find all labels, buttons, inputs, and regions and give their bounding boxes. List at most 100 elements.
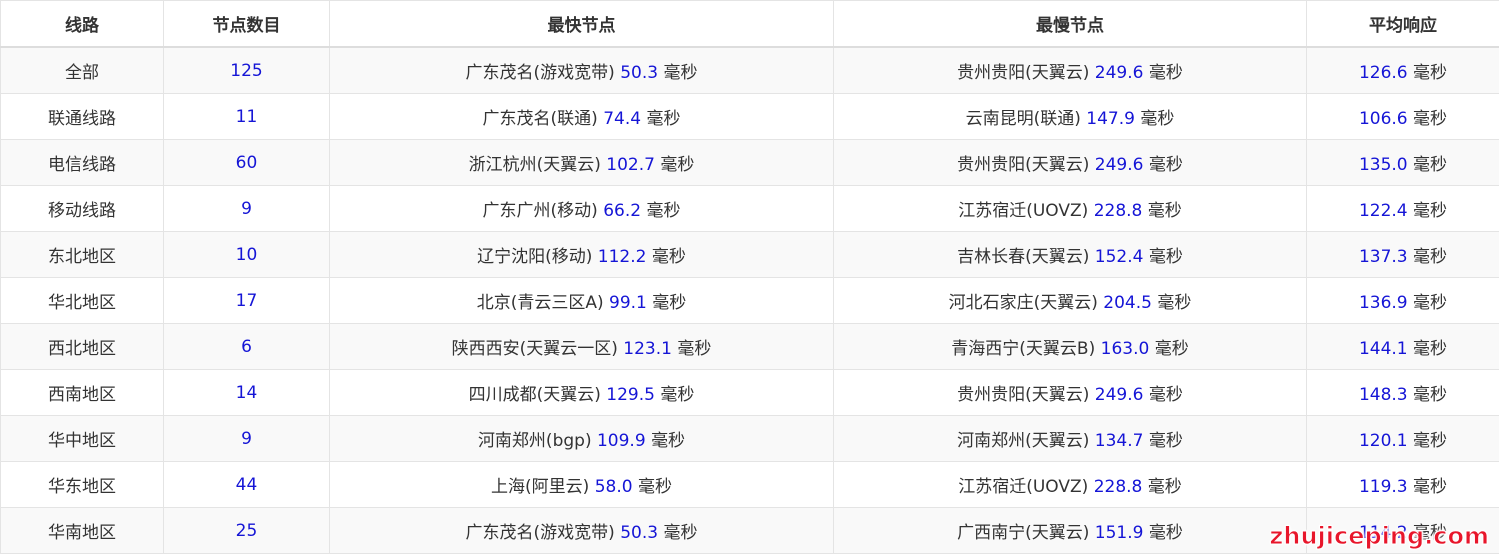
unit-label: 毫秒	[1154, 339, 1189, 359]
unit-label: 毫秒	[660, 155, 695, 175]
cell-slowest-node: 云南昆明(联通) 147.9 毫秒	[833, 93, 1307, 140]
cell-average-response: 136.9 毫秒	[1306, 277, 1499, 324]
fastest-node-name: 陕西西安(天翼云一区)	[451, 339, 618, 359]
cell-slowest-node: 江苏宿迁(UOVZ) 228.8 毫秒	[833, 185, 1307, 232]
slowest-node-ms: 249.6	[1094, 385, 1144, 405]
cell-slowest-node: 贵州贵阳(天翼云) 249.6 毫秒	[833, 139, 1307, 186]
cell-line: 电信线路	[0, 139, 164, 186]
unit-label: 毫秒	[660, 385, 695, 405]
fastest-node-name: 北京(青云三区A)	[476, 293, 604, 313]
cell-fastest-node: 河南郑州(bgp) 109.9 毫秒	[329, 415, 834, 462]
slowest-node-ms: 152.4	[1094, 247, 1144, 267]
node-count-value: 14	[235, 382, 258, 403]
unit-label: 毫秒	[1413, 385, 1448, 405]
cell-average-response: 106.6 毫秒	[1306, 93, 1499, 140]
table-body: 全部 125 广东茂名(游戏宽带) 50.3 毫秒 贵州贵阳(天翼云) 249.6 毫…	[0, 46, 1499, 554]
cell-fastest-node: 广东茂名(联通) 74.4 毫秒	[329, 93, 834, 140]
node-count-value: 125	[230, 60, 263, 81]
average-response-ms: 126.6	[1358, 63, 1408, 83]
fastest-node-ms: 109.9	[596, 431, 646, 451]
table-row: 西南地区 14 四川成都(天翼云) 129.5 毫秒 贵州贵阳(天翼云) 249.6 …	[0, 369, 1499, 416]
average-response-ms: 119.3	[1358, 477, 1408, 497]
unit-label: 毫秒	[652, 293, 687, 313]
node-count-value: 9	[241, 428, 252, 449]
unit-label: 毫秒	[651, 247, 686, 267]
average-response-ms: 135.0	[1358, 155, 1408, 175]
node-count-value: 9	[241, 198, 252, 219]
header-line: 线路	[0, 0, 164, 48]
fastest-node-name: 四川成都(天翼云)	[468, 385, 601, 405]
unit-label: 毫秒	[1148, 247, 1183, 267]
fastest-node-name: 广东茂名(游戏宽带)	[465, 63, 615, 83]
cell-average-response: 137.3 毫秒	[1306, 231, 1499, 278]
average-response-ms: 144.1	[1358, 339, 1408, 359]
unit-label: 毫秒	[1413, 339, 1448, 359]
average-response-ms: 122.4	[1358, 201, 1408, 221]
cell-average-response: 148.3 毫秒	[1306, 369, 1499, 416]
fastest-node-ms: 129.5	[606, 385, 655, 405]
table-row: 电信线路 60 浙江杭州(天翼云) 102.7 毫秒 贵州贵阳(天翼云) 249.6 …	[0, 139, 1499, 186]
slowest-node-name: 云南昆明(联通)	[965, 109, 1081, 129]
cell-slowest-node: 河南郑州(天翼云) 134.7 毫秒	[833, 415, 1307, 462]
fastest-node-ms: 58.0	[594, 477, 633, 497]
fastest-node-name: 辽宁沈阳(移动)	[477, 247, 593, 267]
cell-fastest-node: 陕西西安(天翼云一区) 123.1 毫秒	[329, 323, 834, 370]
node-count-value: 25	[235, 520, 258, 541]
node-count-value: 17	[235, 290, 258, 311]
unit-label: 毫秒	[663, 63, 698, 83]
slowest-node-name: 青海西宁(天翼云B)	[951, 339, 1096, 359]
table-header: 线路 节点数目 最快节点 最慢节点 平均响应	[0, 0, 1499, 48]
unit-label: 毫秒	[1413, 201, 1448, 221]
node-count-value: 60	[235, 152, 258, 173]
table-row: 移动线路 9 广东广州(移动) 66.2 毫秒 江苏宿迁(UOVZ) 228.8 毫秒…	[0, 185, 1499, 232]
unit-label: 毫秒	[1140, 109, 1175, 129]
slowest-node-name: 广西南宁(天翼云)	[957, 523, 1090, 543]
speed-test-table: 线路 节点数目 最快节点 最慢节点 平均响应 全部 125 广东茂名(游戏宽带) 5…	[0, 0, 1499, 554]
cell-line: 东北地区	[0, 231, 164, 278]
fastest-node-ms: 99.1	[609, 293, 647, 313]
unit-label: 毫秒	[677, 339, 712, 359]
slowest-node-ms: 147.9	[1086, 109, 1135, 129]
cell-average-response: 120.1 毫秒	[1306, 415, 1499, 462]
cell-node-count: 44	[163, 461, 330, 508]
average-response-ms: 136.9	[1358, 293, 1408, 313]
cell-average-response: 114.2 毫秒	[1306, 507, 1499, 554]
unit-label: 毫秒	[637, 477, 672, 497]
slowest-node-ms: 249.6	[1094, 63, 1144, 83]
table-row: 东北地区 10 辽宁沈阳(移动) 112.2 毫秒 吉林长春(天翼云) 152.4 毫…	[0, 231, 1499, 278]
slowest-node-name: 贵州贵阳(天翼云)	[957, 385, 1090, 405]
cell-fastest-node: 北京(青云三区A) 99.1 毫秒	[329, 277, 834, 324]
slowest-node-ms: 151.9	[1094, 523, 1144, 543]
slowest-node-ms: 204.5	[1103, 293, 1152, 313]
fastest-node-ms: 74.4	[603, 109, 642, 129]
unit-label: 毫秒	[1148, 431, 1183, 451]
cell-fastest-node: 广东茂名(游戏宽带) 50.3 毫秒	[329, 46, 834, 94]
cell-fastest-node: 浙江杭州(天翼云) 102.7 毫秒	[329, 139, 834, 186]
table-row: 华北地区 17 北京(青云三区A) 99.1 毫秒 河北石家庄(天翼云) 204.5 …	[0, 277, 1499, 324]
average-response-ms: 106.6	[1358, 109, 1408, 129]
header-average-response: 平均响应	[1306, 0, 1499, 48]
cell-slowest-node: 广西南宁(天翼云) 151.9 毫秒	[833, 507, 1307, 554]
slowest-node-ms: 228.8	[1093, 477, 1143, 497]
fastest-node-ms: 50.3	[620, 523, 659, 543]
slowest-node-name: 江苏宿迁(UOVZ)	[958, 477, 1089, 497]
cell-slowest-node: 江苏宿迁(UOVZ) 228.8 毫秒	[833, 461, 1307, 508]
average-response-ms: 148.3	[1358, 385, 1408, 405]
fastest-node-ms: 102.7	[606, 155, 655, 175]
cell-average-response: 126.6 毫秒	[1306, 46, 1499, 94]
unit-label: 毫秒	[1148, 155, 1183, 175]
cell-line: 移动线路	[0, 185, 164, 232]
unit-label: 毫秒	[1413, 109, 1448, 129]
unit-label: 毫秒	[663, 523, 698, 543]
cell-node-count: 14	[163, 369, 330, 416]
slowest-node-name: 贵州贵阳(天翼云)	[957, 63, 1090, 83]
cell-node-count: 10	[163, 231, 330, 278]
cell-fastest-node: 广东广州(移动) 66.2 毫秒	[329, 185, 834, 232]
cell-fastest-node: 辽宁沈阳(移动) 112.2 毫秒	[329, 231, 834, 278]
fastest-node-ms: 66.2	[603, 201, 642, 221]
unit-label: 毫秒	[1413, 523, 1448, 543]
slowest-node-name: 河南郑州(天翼云)	[957, 431, 1090, 451]
slowest-node-ms: 163.0	[1100, 339, 1150, 359]
cell-line: 华中地区	[0, 415, 164, 462]
unit-label: 毫秒	[1148, 385, 1183, 405]
